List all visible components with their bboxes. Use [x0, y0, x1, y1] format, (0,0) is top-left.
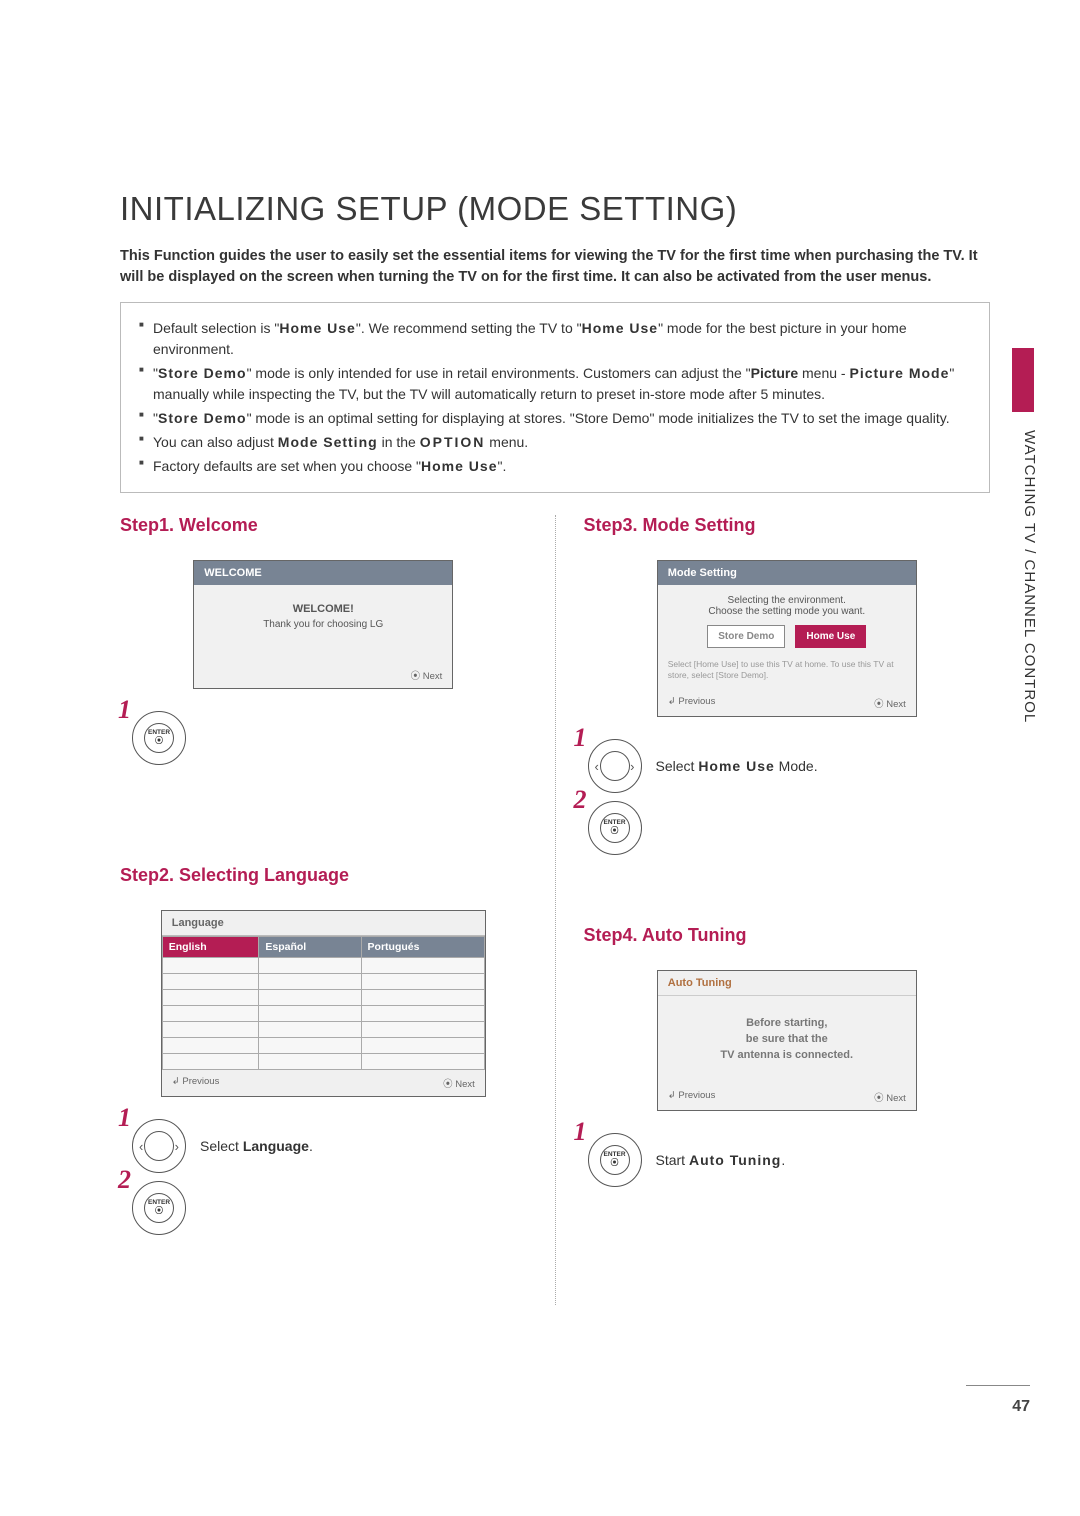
control-row: 1 ‹ › Select Home Use Mode. — [588, 739, 991, 793]
chevron-left-icon: ‹ — [139, 1139, 143, 1154]
osd-msg-line: Choose the setting mode you want. — [666, 606, 908, 617]
step2-title: Step2. Selecting Language — [120, 865, 527, 886]
step-number-1: 1 — [574, 723, 587, 753]
step4-title: Step4. Auto Tuning — [584, 925, 991, 946]
step-number-2: 2 — [574, 785, 587, 815]
enter-button-icon: ENTER — [588, 1133, 642, 1187]
osd-title: Mode Setting — [658, 561, 916, 585]
note-item: "Store Demo" mode is an optimal setting … — [139, 408, 971, 429]
enter-dot-icon — [155, 737, 163, 746]
osd-msg-line: be sure that the — [666, 1032, 908, 1048]
step1-title: Step1. Welcome — [120, 515, 527, 536]
control-caption: Start Auto Tuning. — [656, 1152, 786, 1168]
control-caption: Select Home Use Mode. — [656, 758, 818, 774]
osd-footer: Previous Next — [658, 1084, 916, 1110]
language-table: English Español Portugués — [162, 936, 485, 1070]
enter-button-icon: ENTER — [132, 1181, 186, 1235]
step1-section: Step1. Welcome WELCOME WELCOME! Thank yo… — [120, 515, 527, 765]
osd-title: Language — [162, 911, 485, 936]
auto-tuning-osd: Auto Tuning Before starting, be sure tha… — [657, 970, 917, 1111]
welcome-osd: WELCOME WELCOME! Thank you for choosing … — [193, 560, 453, 689]
enter-button-icon: ENTER — [588, 801, 642, 855]
step4-section: Step4. Auto Tuning Auto Tuning Before st… — [584, 925, 991, 1187]
step-number-1: 1 — [574, 1117, 587, 1147]
note-item: Factory defaults are set when you choose… — [139, 456, 971, 477]
mode-options: Store Demo Home Use — [666, 625, 908, 648]
osd-body: WELCOME! Thank you for choosing LG — [194, 585, 452, 662]
step3-title: Step3. Mode Setting — [584, 515, 991, 536]
lang-col-portugues: Portugués — [361, 937, 484, 958]
osd-body: Selecting the environment. Choose the se… — [658, 585, 916, 690]
nav-button-icon: ‹ › — [588, 739, 642, 793]
control-row: 2 ENTER — [588, 801, 991, 855]
osd-welcome-big: WELCOME! — [202, 603, 444, 615]
nav-button-icon: ‹ › — [132, 1119, 186, 1173]
osd-msg-line: Before starting, — [666, 1016, 908, 1032]
columns: Step1. Welcome WELCOME WELCOME! Thank yo… — [120, 515, 990, 1305]
manual-page: INITIALIZING SETUP (MODE SETTING) This F… — [0, 0, 1080, 1516]
chevron-left-icon: ‹ — [595, 759, 599, 774]
chevron-right-icon: › — [630, 759, 634, 774]
control-row: 1 ENTER — [132, 711, 527, 765]
next-hint: Next — [443, 1076, 475, 1090]
next-hint: Next — [411, 668, 443, 682]
note-item: Default selection is "Home Use". We reco… — [139, 318, 971, 360]
note-item: "Store Demo" mode is only intended for u… — [139, 363, 971, 405]
left-column: Step1. Welcome WELCOME WELCOME! Thank yo… — [120, 515, 555, 1305]
enter-dot-icon — [155, 1207, 163, 1216]
intro-paragraph: This Function guides the user to easily … — [120, 246, 990, 288]
page-title: INITIALIZING SETUP (MODE SETTING) — [120, 190, 990, 228]
step-number-2: 2 — [118, 1165, 131, 1195]
step3-section: Step3. Mode Setting Mode Setting Selecti… — [584, 515, 991, 855]
right-column: Step3. Mode Setting Mode Setting Selecti… — [555, 515, 991, 1305]
prev-hint: Previous — [668, 696, 716, 710]
note-item: You can also adjust Mode Setting in the … — [139, 432, 971, 453]
enter-button-icon: ENTER — [132, 711, 186, 765]
osd-footer: Next — [194, 662, 452, 688]
enter-dot-icon — [611, 827, 619, 836]
page-number: 47 — [1012, 1398, 1030, 1416]
chevron-right-icon: › — [175, 1139, 179, 1154]
prev-hint: Previous — [668, 1090, 716, 1104]
section-tab — [1012, 348, 1034, 412]
lang-col-espanol: Español — [259, 937, 361, 958]
page-number-rule — [966, 1385, 1030, 1386]
prev-hint: Previous — [172, 1076, 220, 1090]
step2-section: Step2. Selecting Language Language Engli… — [120, 865, 527, 1235]
osd-footer: Previous Next — [658, 690, 916, 716]
control-row: 1 ENTER Start Auto Tuning. — [588, 1133, 991, 1187]
osd-welcome-msg: Thank you for choosing LG — [202, 619, 444, 630]
osd-msg-line: Selecting the environment. — [666, 595, 908, 606]
control-caption: Select Language. — [200, 1138, 313, 1154]
osd-footer: Previous Next — [162, 1070, 485, 1096]
step-number-1: 1 — [118, 1103, 131, 1133]
control-row: 1 ‹ › Select Language. — [132, 1119, 527, 1173]
home-use-option: Home Use — [795, 625, 866, 648]
control-row: 2 ENTER — [132, 1181, 527, 1235]
next-hint: Next — [874, 1090, 906, 1104]
mode-setting-osd: Mode Setting Selecting the environment. … — [657, 560, 917, 717]
store-demo-option: Store Demo — [707, 625, 785, 648]
osd-title: Auto Tuning — [658, 971, 916, 996]
section-label: WATCHING TV / CHANNEL CONTROL — [1021, 430, 1038, 723]
osd-body: Before starting, be sure that the TV ant… — [658, 996, 916, 1084]
lang-col-english: English — [162, 937, 259, 958]
step-number-1: 1 — [118, 695, 131, 725]
osd-tiny-note: Select [Home Use] to use this TV at home… — [666, 656, 908, 686]
language-osd: Language English Español Portugués — [161, 910, 486, 1097]
enter-dot-icon — [611, 1159, 619, 1168]
next-hint: Next — [874, 696, 906, 710]
notes-box: Default selection is "Home Use". We reco… — [120, 302, 990, 493]
osd-title: WELCOME — [194, 561, 452, 585]
osd-msg-line: TV antenna is connected. — [666, 1048, 908, 1064]
